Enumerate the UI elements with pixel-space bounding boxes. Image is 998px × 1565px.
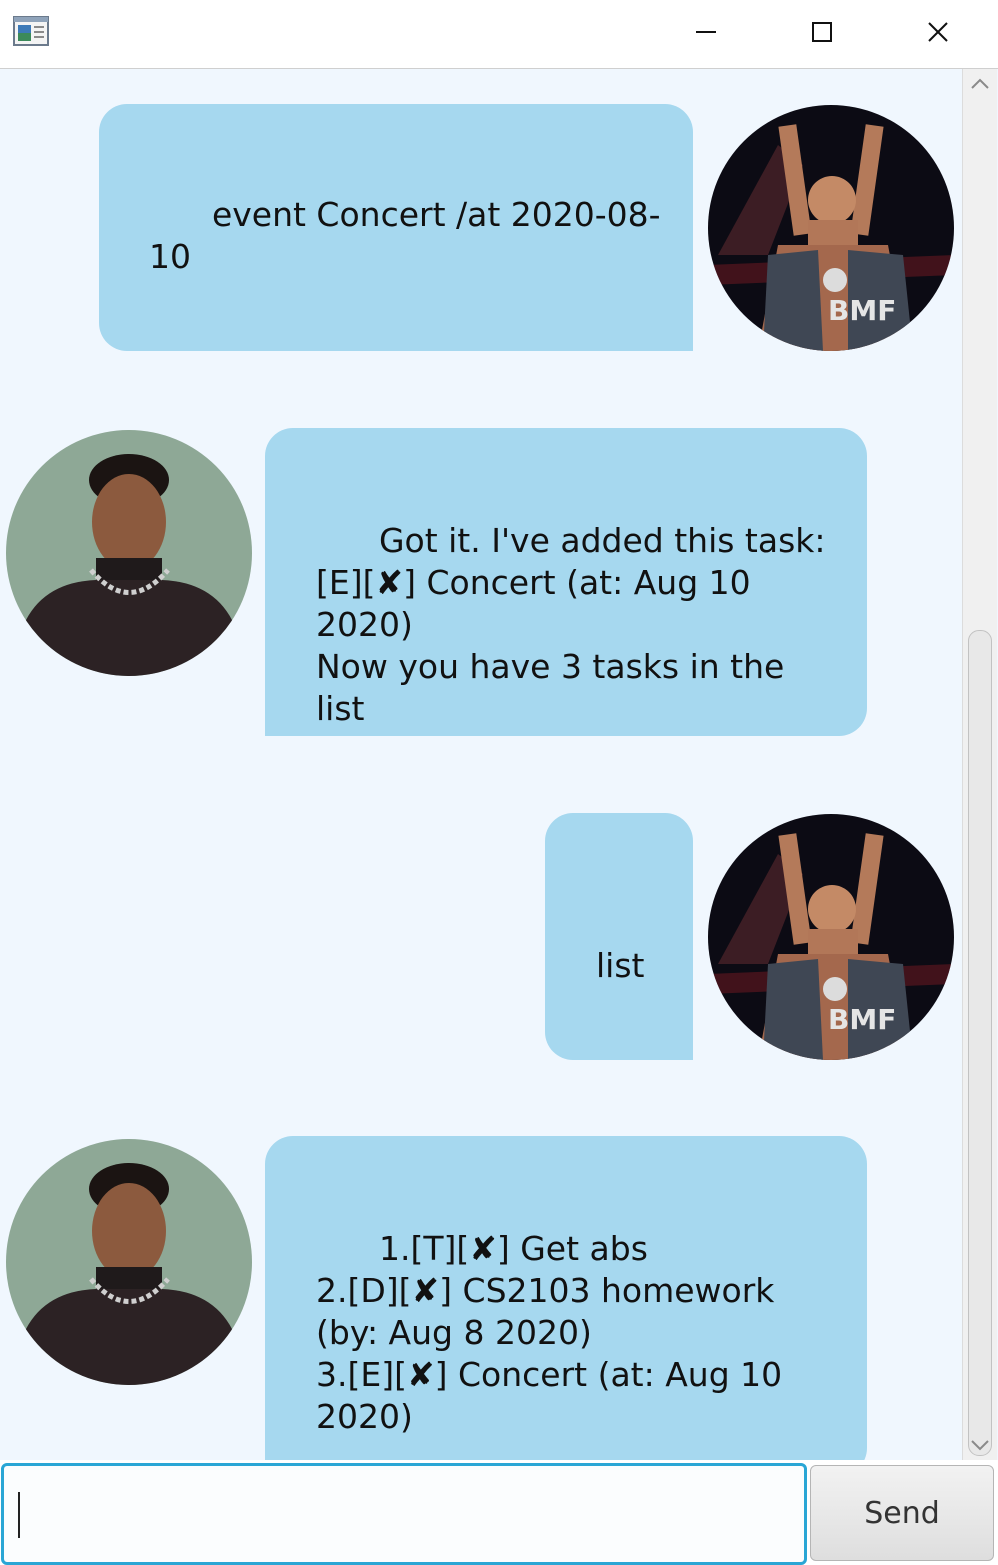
bot-avatar (6, 430, 252, 676)
app-window-icon (13, 16, 49, 46)
svg-text:BMF: BMF (828, 1003, 896, 1036)
close-button[interactable] (880, 0, 996, 64)
input-bar: Send (0, 1460, 998, 1565)
message-text: event Concert /at 2020-08-10 (149, 195, 661, 276)
user-avatar: BMF (708, 105, 954, 351)
vertical-scrollbar[interactable] (962, 69, 997, 1460)
scroll-up-button[interactable] (963, 69, 997, 99)
bot-message-bubble: Got it. I've added this task: [E][✘] Con… (265, 428, 867, 736)
user-message-bubble: event Concert /at 2020-08-10 (99, 104, 693, 351)
close-icon (928, 22, 948, 42)
bot-avatar (6, 1139, 252, 1385)
chat-window: event Concert /at 2020-08-10 BMF Got it.… (0, 0, 998, 1565)
message-text: list (596, 946, 645, 985)
bot-avatar-turtleneck-icon (6, 430, 252, 676)
maximize-icon (812, 22, 832, 42)
text-caret (18, 1492, 20, 1538)
bot-avatar-turtleneck-icon (6, 1139, 252, 1385)
svg-text:BMF: BMF (828, 294, 896, 327)
message-text: Got it. I've added this task: [E][✘] Con… (316, 521, 826, 728)
user-message-bubble: list (545, 813, 693, 1060)
user-avatar-wrestler-icon: BMF (708, 814, 954, 1060)
message-text: 1.[T][✘] Get abs 2.[D][✘] CS2103 homewor… (316, 1229, 783, 1436)
user-input-field[interactable] (1, 1463, 807, 1565)
title-bar (0, 0, 998, 69)
user-avatar: BMF (708, 814, 954, 1060)
chevron-up-icon (971, 78, 989, 89)
send-button[interactable]: Send (810, 1465, 994, 1561)
minimize-button[interactable] (648, 0, 764, 64)
maximize-button[interactable] (764, 0, 880, 64)
dialog-container: event Concert /at 2020-08-10 BMF Got it.… (0, 69, 962, 1460)
minimize-icon (696, 31, 716, 33)
scroll-down-button[interactable] (963, 1430, 997, 1460)
bot-message-bubble: 1.[T][✘] Get abs 2.[D][✘] CS2103 homewor… (265, 1136, 867, 1460)
chevron-down-icon (971, 1440, 989, 1451)
user-avatar-wrestler-icon: BMF (708, 105, 954, 351)
scroll-thumb[interactable] (968, 630, 992, 1456)
